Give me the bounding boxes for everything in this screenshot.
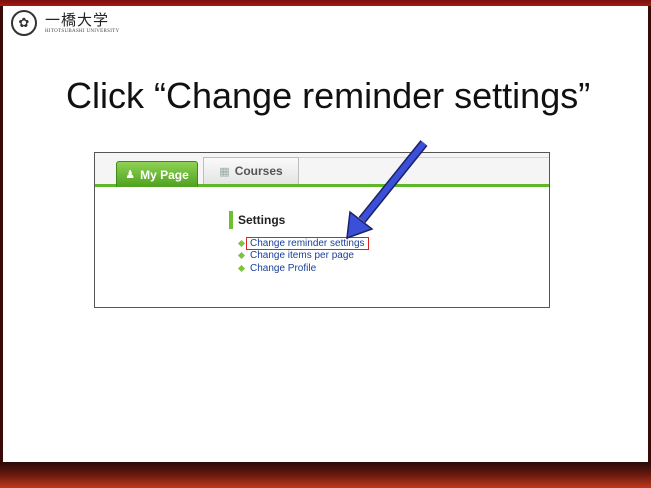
user-icon: ♟ — [125, 168, 136, 181]
logo-text: 一橋大学 HITOTSUBASHI UNIVERSITY — [45, 10, 120, 34]
tab-bar-filler — [299, 157, 549, 184]
list-item: Change items per page — [237, 250, 459, 263]
embedded-screenshot: ♟ My Page ▦ Courses Settings Change remi… — [94, 152, 550, 308]
slide-title: Click “Change reminder settings” — [66, 75, 591, 116]
tab-courses[interactable]: ▦ Courses — [203, 157, 299, 184]
change-reminder-settings-link[interactable]: Change reminder settings — [246, 236, 369, 250]
logo-en-name: HITOTSUBASHI UNIVERSITY — [45, 28, 120, 34]
settings-heading: Settings — [229, 211, 285, 229]
settings-links: Change reminder settings Change items pe… — [237, 236, 459, 275]
bullet-icon — [237, 264, 246, 272]
university-logo: ✿ 一橋大学 HITOTSUBASHI UNIVERSITY — [11, 10, 119, 36]
bullet-icon — [237, 252, 246, 260]
bullet-icon — [237, 239, 246, 247]
list-item: Change reminder settings — [237, 236, 459, 250]
top-border — [0, 0, 651, 6]
left-border — [0, 6, 3, 462]
tab-my-page[interactable]: ♟ My Page — [116, 161, 198, 187]
change-items-per-page-link[interactable]: Change items per page — [250, 250, 354, 261]
bottom-border — [0, 462, 651, 488]
logo-jp-name: 一橋大学 — [45, 10, 110, 29]
slide-frame: ✿ 一橋大学 HITOTSUBASHI UNIVERSITY Click “Ch… — [0, 0, 651, 488]
tab-courses-label: Courses — [234, 164, 283, 178]
tab-bar: ♟ My Page ▦ Courses — [95, 153, 549, 187]
change-profile-link[interactable]: Change Profile — [250, 263, 316, 274]
tab-my-page-label: My Page — [140, 167, 189, 182]
courses-icon: ▦ — [219, 164, 230, 178]
settings-section: Settings Change reminder settings Change… — [229, 211, 369, 274]
crest-icon: ✿ — [11, 10, 37, 36]
list-item: Change Profile — [237, 262, 459, 275]
